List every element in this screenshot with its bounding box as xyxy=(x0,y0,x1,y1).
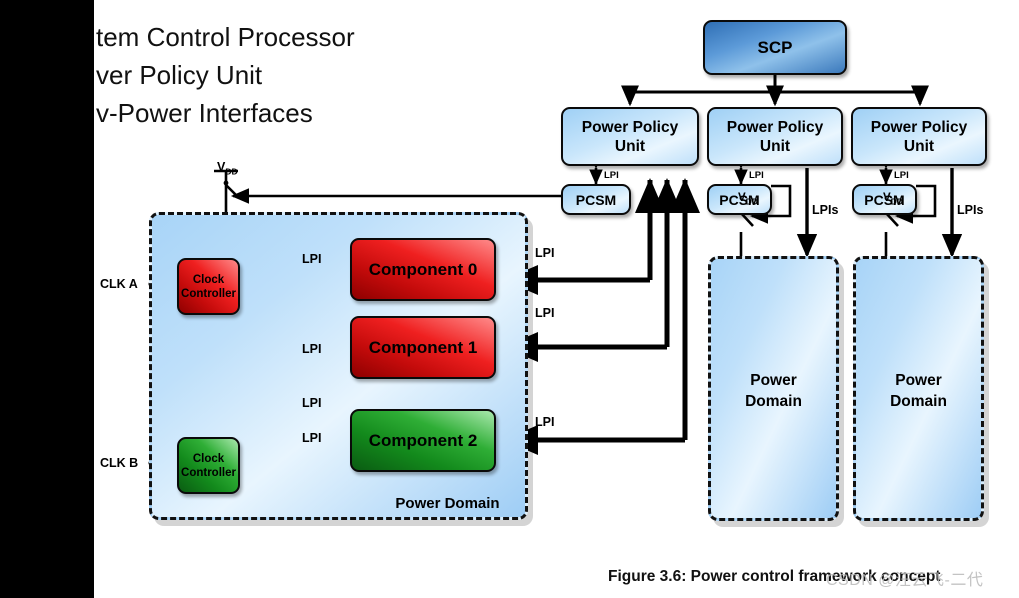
vdd-mid-v: V xyxy=(738,192,746,204)
lpis-label-1: LPIs xyxy=(812,203,839,217)
scp-box[interactable]: SCP xyxy=(703,20,847,75)
lpi-label-ppu-pcsm-2: LPI xyxy=(894,170,909,181)
right-power-domain-2-label: Power Domain xyxy=(853,370,984,412)
vdd-right-v: V xyxy=(883,192,891,204)
pcsm-left-to-vdd-switch xyxy=(214,169,562,215)
lpi-label-ppu-pcsm-0: LPI xyxy=(604,170,619,181)
ppu-2-line2: Unit xyxy=(903,137,935,155)
left-power-domain-label: Power Domain xyxy=(395,495,500,512)
ppu-1-line2: Unit xyxy=(759,137,791,155)
ppu-0-line2: Unit xyxy=(614,137,646,155)
right-domain-2-line1: Power xyxy=(895,372,942,389)
diagram-canvas: SCP Power Policy Unit Power Policy Unit … xyxy=(0,0,1019,598)
clock-controller-a-line1: Clock xyxy=(192,273,225,286)
ppu-1-line1: Power Policy xyxy=(726,118,824,136)
vdd-left-sub: DD xyxy=(225,166,238,177)
vdd-mid-sub: DD xyxy=(745,196,758,207)
watermark-text: CSDN @汪云飞-二代 xyxy=(826,572,984,589)
lpis-label-2: LPIs xyxy=(957,203,984,217)
scp-fanout-wires xyxy=(621,75,929,107)
clock-controller-b-line1: Clock xyxy=(192,452,225,465)
pcsm-0-label: PCSM xyxy=(575,191,617,208)
page-title: tem Control Processor ver Policy Unit v-… xyxy=(96,22,355,128)
clock-controller-b-line2: Controller xyxy=(181,466,236,479)
lpi-label-cc-comp2a: LPI xyxy=(302,396,322,410)
clock-controller-a[interactable]: Clock Controller xyxy=(177,258,240,315)
power-policy-unit-1[interactable]: Power Policy Unit xyxy=(707,107,843,166)
ppu-2-line1: Power Policy xyxy=(870,118,968,136)
right-domain-2-line2: Domain xyxy=(890,393,947,410)
left-black-band xyxy=(0,0,94,598)
power-policy-unit-2[interactable]: Power Policy Unit xyxy=(851,107,987,166)
clock-controller-b[interactable]: Clock Controller xyxy=(177,437,240,494)
lpi-label-domain-comp0: LPI xyxy=(535,246,555,260)
pcsm-box-0[interactable]: PCSM xyxy=(561,184,631,215)
lpi-label-cc-comp0: LPI xyxy=(302,252,322,266)
lpi-label-domain-comp2: LPI xyxy=(535,415,555,429)
lpi-label-cc-comp2b: LPI xyxy=(302,431,322,445)
component-2[interactable]: Component 2 xyxy=(350,409,496,472)
vdd-label-right: VDD xyxy=(883,192,903,206)
ppu-0-line1: Power Policy xyxy=(581,118,679,136)
vdd-label-left: VDD xyxy=(217,160,238,177)
lpi-label-cc-comp1: LPI xyxy=(302,342,322,356)
component-0[interactable]: Component 0 xyxy=(350,238,496,301)
right-power-domain-1-label: Power Domain xyxy=(708,370,839,412)
lpi-label-domain-comp1: LPI xyxy=(535,306,555,320)
vdd-label-mid: VDD xyxy=(738,192,758,206)
vdd-right-sub: DD xyxy=(890,196,903,207)
component-1-label: Component 1 xyxy=(368,337,478,357)
ppu-pcsm-lpi-wires xyxy=(589,153,893,186)
component-0-label: Component 0 xyxy=(368,259,478,279)
component-1[interactable]: Component 1 xyxy=(350,316,496,379)
clk-a-label: CLK A xyxy=(100,277,138,291)
clk-b-label: CLK B xyxy=(100,456,139,470)
ppu0-component-lpi-wires xyxy=(502,177,700,455)
right-domain-1-line1: Power xyxy=(750,372,797,389)
clock-controller-a-line2: Controller xyxy=(181,287,236,300)
scp-label: SCP xyxy=(757,37,793,57)
lpi-label-ppu-pcsm-1: LPI xyxy=(749,170,764,181)
right-domain-1-line2: Domain xyxy=(745,393,802,410)
power-policy-unit-0[interactable]: Power Policy Unit xyxy=(561,107,699,166)
component-2-label: Component 2 xyxy=(368,430,478,450)
